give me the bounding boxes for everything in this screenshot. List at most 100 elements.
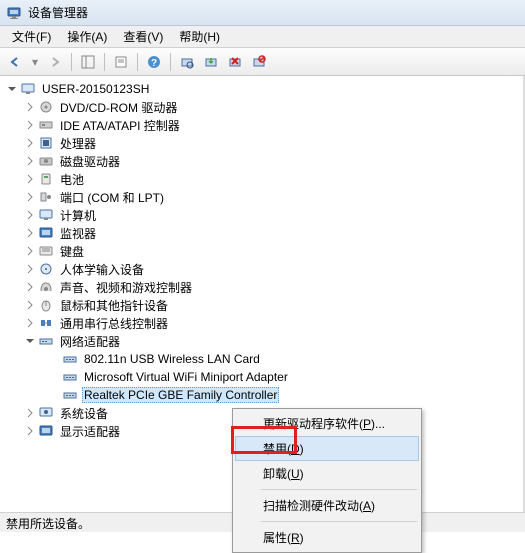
- tree-category[interactable]: 人体学输入设备: [2, 260, 521, 278]
- tree-spacer: [48, 371, 60, 383]
- help-button[interactable]: ?: [143, 51, 165, 73]
- expand-icon[interactable]: [24, 263, 36, 275]
- tree-category[interactable]: 处理器: [2, 134, 521, 152]
- titlebar: 设备管理器: [0, 0, 525, 26]
- expand-icon[interactable]: [24, 407, 36, 419]
- expand-icon[interactable]: [24, 227, 36, 239]
- tree-category[interactable]: 电池: [2, 170, 521, 188]
- expand-icon[interactable]: [24, 137, 36, 149]
- ctx-scan[interactable]: 扫描检测硬件改动(A): [235, 493, 419, 518]
- category-icon: [38, 99, 54, 115]
- tree-category[interactable]: 计算机: [2, 206, 521, 224]
- category-icon: [38, 315, 54, 331]
- category-icon: [38, 225, 54, 241]
- tree-category-label: 计算机: [58, 206, 98, 225]
- tree-category[interactable]: 键盘: [2, 242, 521, 260]
- ctx-uninstall[interactable]: 卸载(U): [235, 461, 419, 486]
- tree-category-label: 人体学输入设备: [58, 260, 146, 279]
- toolbar: ▾ ?: [0, 48, 525, 76]
- expand-icon[interactable]: [24, 173, 36, 185]
- tree-category[interactable]: 通用串行总线控制器: [2, 314, 521, 332]
- properties-button[interactable]: [110, 51, 132, 73]
- tree-root-label: USER-20150123SH: [40, 81, 151, 97]
- tree-category[interactable]: 磁盘驱动器: [2, 152, 521, 170]
- disable-button[interactable]: [248, 51, 270, 73]
- network-adapter-icon: [62, 369, 78, 385]
- tree-category-network[interactable]: 网络适配器: [2, 332, 521, 350]
- category-icon: [38, 207, 54, 223]
- tree-category[interactable]: DVD/CD-ROM 驱动器: [2, 98, 521, 116]
- tree-category-label: 电池: [58, 170, 86, 189]
- tree-category-label: 键盘: [58, 242, 86, 261]
- menu-help[interactable]: 帮助(H): [171, 26, 228, 47]
- context-menu: 更新驱动程序软件(P)... 禁用(D) 卸载(U) 扫描检测硬件改动(A) 属…: [232, 408, 422, 553]
- expand-icon[interactable]: [24, 155, 36, 167]
- network-adapter-icon: [62, 387, 78, 403]
- window-title: 设备管理器: [28, 4, 88, 21]
- ctx-separator: [261, 489, 417, 490]
- expand-icon[interactable]: [24, 191, 36, 203]
- tree-category[interactable]: 声音、视频和游戏控制器: [2, 278, 521, 296]
- tree-category-label: DVD/CD-ROM 驱动器: [58, 98, 179, 117]
- category-icon: [38, 243, 54, 259]
- expand-icon[interactable]: [24, 119, 36, 131]
- tree-category-label: 显示适配器: [58, 422, 122, 441]
- tree-category-label: 处理器: [58, 134, 98, 153]
- tree-category-label: 鼠标和其他指针设备: [58, 296, 170, 315]
- category-icon: [38, 153, 54, 169]
- menu-file[interactable]: 文件(F): [4, 26, 59, 47]
- tree-spacer: [48, 389, 60, 401]
- ctx-update-driver[interactable]: 更新驱动程序软件(P)...: [235, 411, 419, 436]
- forward-button[interactable]: [44, 51, 66, 73]
- tree-category-label: 通用串行总线控制器: [58, 314, 170, 333]
- tree-category[interactable]: IDE ATA/ATAPI 控制器: [2, 116, 521, 134]
- scan-hardware-button[interactable]: [176, 51, 198, 73]
- menubar: 文件(F) 操作(A) 查看(V) 帮助(H): [0, 26, 525, 48]
- tree-root[interactable]: USER-20150123SH: [2, 80, 521, 98]
- category-icon: [38, 135, 54, 151]
- category-icon: [38, 171, 54, 187]
- tree-device-label: Microsoft Virtual WiFi Miniport Adapter: [82, 369, 290, 385]
- tree-device[interactable]: Microsoft Virtual WiFi Miniport Adapter: [2, 368, 521, 386]
- tree-device[interactable]: Realtek PCIe GBE Family Controller: [2, 386, 521, 404]
- network-icon: [38, 333, 54, 349]
- tree-category[interactable]: 监视器: [2, 224, 521, 242]
- tree-category-label: 网络适配器: [58, 332, 122, 351]
- tree-category-label: 系统设备: [58, 404, 110, 423]
- tree-spacer: [48, 353, 60, 365]
- category-icon: [38, 189, 54, 205]
- category-icon: [38, 423, 54, 439]
- expand-icon[interactable]: [24, 425, 36, 437]
- uninstall-button[interactable]: [224, 51, 246, 73]
- back-button[interactable]: [4, 51, 26, 73]
- status-text: 禁用所选设备。: [6, 517, 90, 531]
- ctx-disable[interactable]: 禁用(D): [235, 436, 419, 461]
- expand-icon[interactable]: [24, 101, 36, 113]
- computer-icon: [20, 81, 36, 97]
- console-tree-button[interactable]: [77, 51, 99, 73]
- app-icon: [6, 5, 22, 21]
- tree-category[interactable]: 鼠标和其他指针设备: [2, 296, 521, 314]
- expand-icon[interactable]: [24, 281, 36, 293]
- tree-category-label: 监视器: [58, 224, 98, 243]
- tree-category[interactable]: 端口 (COM 和 LPT): [2, 188, 521, 206]
- expand-icon[interactable]: [24, 209, 36, 221]
- tree-category-label: IDE ATA/ATAPI 控制器: [58, 116, 182, 135]
- back-dropdown[interactable]: ▾: [28, 51, 42, 73]
- update-driver-button[interactable]: [200, 51, 222, 73]
- category-icon: [38, 261, 54, 277]
- category-icon: [38, 117, 54, 133]
- tree-category-label: 声音、视频和游戏控制器: [58, 278, 194, 297]
- ctx-properties[interactable]: 属性(R): [235, 525, 419, 550]
- tree-device-label: 802.11n USB Wireless LAN Card: [82, 351, 262, 367]
- expand-icon[interactable]: [24, 317, 36, 329]
- collapse-icon[interactable]: [6, 83, 18, 95]
- menu-action[interactable]: 操作(A): [59, 26, 115, 47]
- expand-icon[interactable]: [24, 245, 36, 257]
- ctx-separator: [261, 521, 417, 522]
- category-icon: [38, 405, 54, 421]
- tree-device[interactable]: 802.11n USB Wireless LAN Card: [2, 350, 521, 368]
- collapse-icon[interactable]: [24, 335, 36, 347]
- menu-view[interactable]: 查看(V): [115, 26, 171, 47]
- expand-icon[interactable]: [24, 299, 36, 311]
